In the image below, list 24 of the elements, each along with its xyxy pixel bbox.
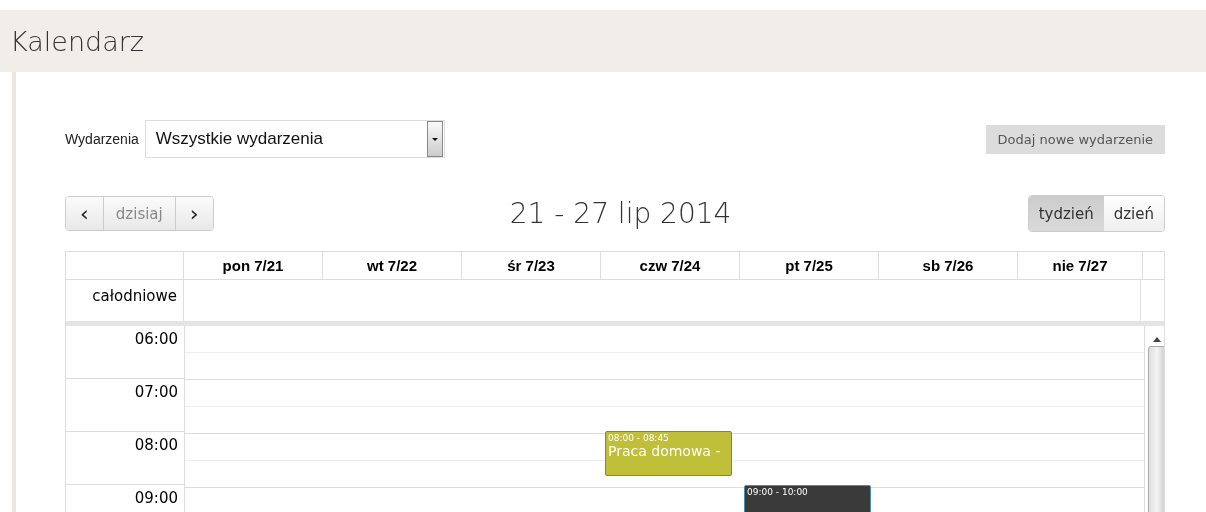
all-day-label: całodniowe [66,280,184,321]
hour-label: 09:00 [134,489,178,507]
date-range-title: 21 - 27 lip 2014 [509,197,732,230]
day-header: nie 7/27 [1018,252,1143,279]
day-header: sb 7/26 [879,252,1018,279]
day-header: pt 7/25 [740,252,879,279]
page-title: Kalendarz [10,25,144,57]
calendar-event[interactable]: 09:00 - 10:00 [744,485,871,512]
hour-label: 07:00 [134,383,178,401]
hour-label: 06:00 [134,330,178,348]
view-tab[interactable]: tydzień [1028,196,1104,231]
caret-icon [426,121,443,157]
scroll-up-icon[interactable] [1152,336,1161,342]
filter-label: Wydarzenia [65,131,139,147]
day-header: śr 7/23 [462,252,601,279]
day-header: pon 7/21 [184,252,323,279]
next-button[interactable]: › [175,197,213,230]
day-header: wt 7/22 [323,252,462,279]
add-event-button[interactable]: Dodaj nowe wydarzenie [985,124,1165,154]
event-filter-dropdown[interactable]: Wszystkie wydarzenia [144,120,445,158]
previous-button[interactable]: ‹ [66,197,104,230]
hour-label: 08:00 [134,436,178,454]
view-tab[interactable]: dzień [1103,196,1164,231]
day-header: czw 7/24 [601,252,740,279]
